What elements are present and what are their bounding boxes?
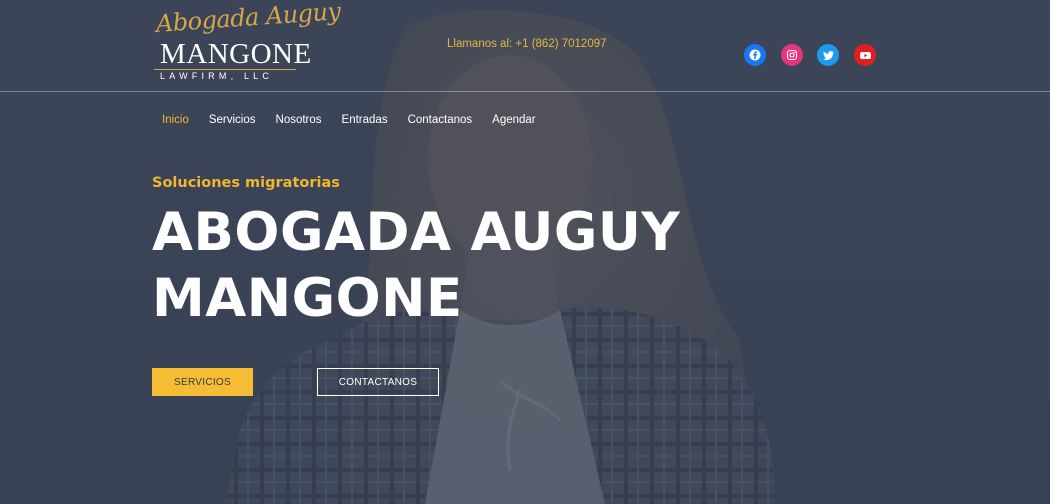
hero-headline-line-2: MANGONE [152, 268, 463, 329]
instagram-link[interactable] [781, 44, 803, 66]
hero-eyebrow: Soluciones migratorias [152, 175, 340, 191]
nav-item-entradas[interactable]: Entradas [342, 114, 388, 126]
youtube-icon [859, 51, 871, 59]
instagram-icon [786, 49, 798, 61]
contactanos-button[interactable]: CONTACTANOS [317, 368, 439, 396]
facebook-icon [749, 49, 761, 61]
hero-section: Abogada Auguy MANGONE LAWFIRM, LLC Llama… [0, 0, 1050, 504]
servicios-button[interactable]: SERVICIOS [152, 368, 253, 396]
nav-item-nosotros[interactable]: Nosotros [276, 114, 322, 126]
logo-subtitle: LAWFIRM, LLC [160, 71, 274, 81]
youtube-link[interactable] [854, 44, 876, 66]
logo-divider [154, 69, 296, 70]
twitter-icon [822, 50, 834, 60]
site-logo[interactable]: Abogada Auguy MANGONE LAWFIRM, LLC [152, 0, 341, 84]
hero-headline: ABOGADA AUGUY MANGONE [152, 200, 680, 332]
nav-item-agendar[interactable]: Agendar [492, 114, 535, 126]
hero-headline-line-1: ABOGADA AUGUY [152, 202, 681, 263]
nav-item-servicios[interactable]: Servicios [209, 114, 256, 126]
twitter-link[interactable] [817, 44, 839, 66]
header-divider [0, 91, 1050, 92]
main-nav: Inicio Servicios Nosotros Entradas Conta… [162, 114, 556, 126]
nav-item-inicio[interactable]: Inicio [162, 114, 189, 126]
facebook-link[interactable] [744, 44, 766, 66]
nav-item-contactanos[interactable]: Contactanos [408, 114, 473, 126]
phone-contact[interactable]: Llamanos al: +1 (862) 7012097 [447, 38, 607, 50]
logo-main-text: MANGONE [160, 38, 312, 70]
